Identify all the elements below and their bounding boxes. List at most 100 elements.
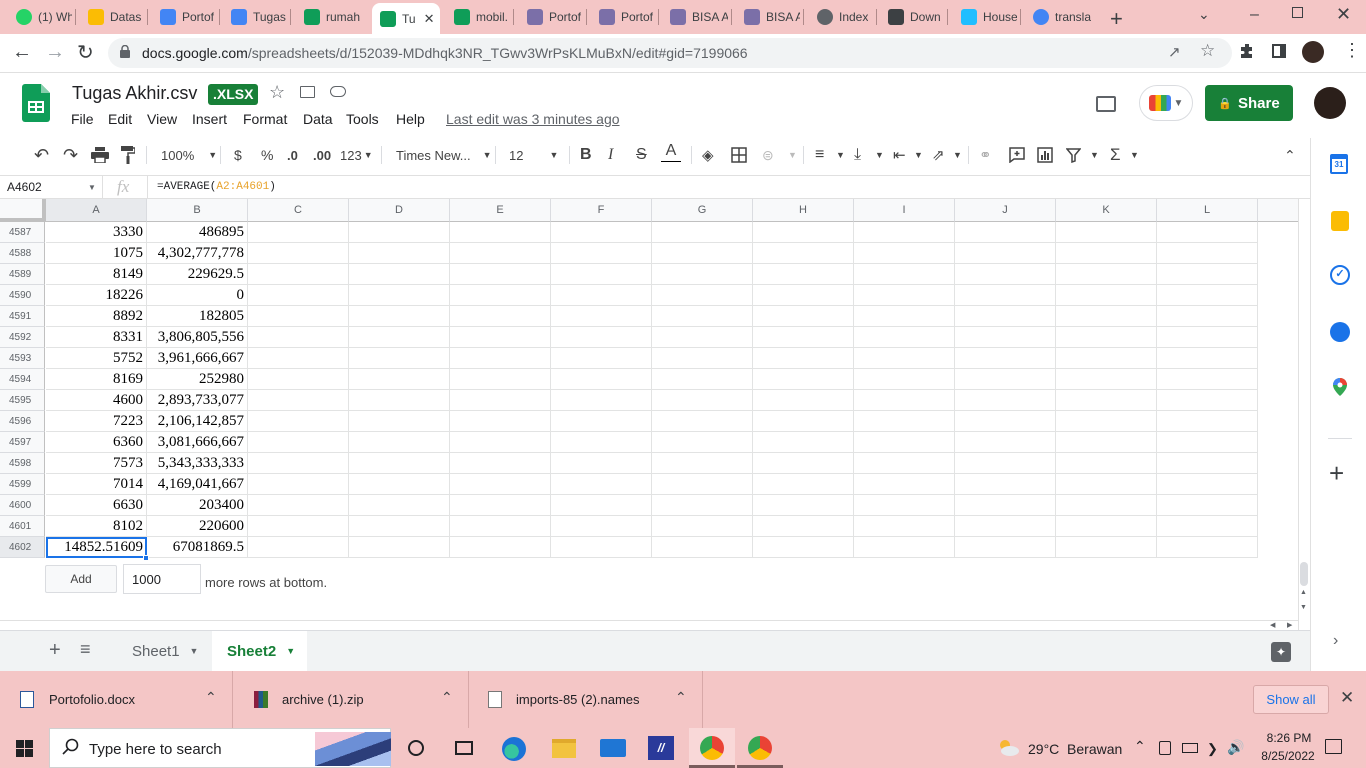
- download-item[interactable]: Portofolio.docx ⌃: [0, 671, 233, 728]
- browser-tab[interactable]: House: [953, 4, 1017, 30]
- cell-a[interactable]: 1075: [46, 243, 147, 264]
- cell-h[interactable]: [753, 264, 854, 285]
- cell-f[interactable]: [551, 453, 652, 474]
- cell-a[interactable]: 7014: [46, 474, 147, 495]
- cell-g[interactable]: [652, 453, 753, 474]
- row-header[interactable]: 4597: [0, 432, 45, 453]
- cell-d[interactable]: [349, 453, 450, 474]
- print-icon[interactable]: [91, 145, 109, 165]
- cell-d[interactable]: [349, 285, 450, 306]
- cell-h[interactable]: [753, 432, 854, 453]
- cell-i[interactable]: [854, 327, 955, 348]
- tab-search-icon[interactable]: ⌄: [1198, 6, 1210, 23]
- cell-l[interactable]: [1157, 453, 1258, 474]
- cell-g[interactable]: [652, 390, 753, 411]
- text-wrap-icon[interactable]: ⇤: [893, 145, 906, 165]
- cell-e[interactable]: [450, 306, 551, 327]
- cell-k[interactable]: [1056, 285, 1157, 306]
- cell-a[interactable]: 6630: [46, 495, 147, 516]
- cell-f[interactable]: [551, 516, 652, 537]
- cell-f[interactable]: [551, 411, 652, 432]
- browser-menu-icon[interactable]: ⋮: [1343, 40, 1361, 61]
- close-window-icon[interactable]: ✕: [1336, 4, 1351, 25]
- chrome-icon[interactable]: [689, 728, 735, 768]
- scroll-down-icon[interactable]: ▼: [1300, 604, 1307, 611]
- cell-d[interactable]: [349, 537, 450, 558]
- add-rows-button[interactable]: Add: [45, 565, 117, 593]
- cell-i[interactable]: [854, 243, 955, 264]
- select-all-corner[interactable]: [0, 199, 46, 222]
- new-tab-icon[interactable]: +: [1110, 6, 1123, 32]
- tray-expand-icon[interactable]: ⌃: [1134, 738, 1146, 755]
- cell-g[interactable]: [652, 327, 753, 348]
- restore-icon[interactable]: [1292, 7, 1303, 18]
- font-family-select[interactable]: Times New... ▼: [396, 145, 492, 165]
- cell-k[interactable]: [1056, 369, 1157, 390]
- cell-f[interactable]: [551, 495, 652, 516]
- cell-i[interactable]: [854, 474, 955, 495]
- cell-d[interactable]: [349, 306, 450, 327]
- cell-b[interactable]: 4,302,777,778: [147, 243, 248, 264]
- cell-i[interactable]: [854, 453, 955, 474]
- cell-h[interactable]: [753, 222, 854, 243]
- column-header-i[interactable]: I: [854, 199, 955, 222]
- cell-j[interactable]: [955, 243, 1056, 264]
- close-downloads-icon[interactable]: ✕: [1340, 688, 1354, 708]
- browser-tab[interactable]: Index: [809, 4, 873, 30]
- cell-k[interactable]: [1056, 222, 1157, 243]
- cell-a[interactable]: 18226: [46, 285, 147, 306]
- tasks-icon[interactable]: ✓: [1330, 265, 1350, 285]
- text-rotation-icon[interactable]: ⇗: [932, 145, 945, 165]
- cell-h[interactable]: [753, 243, 854, 264]
- vertical-align-icon[interactable]: ⤓: [854, 145, 861, 165]
- row-header[interactable]: 4602: [0, 537, 45, 558]
- cell-l[interactable]: [1157, 516, 1258, 537]
- browser-tab[interactable]: Tu ✕: [372, 3, 440, 34]
- cell-j[interactable]: [955, 222, 1056, 243]
- cell-i[interactable]: [854, 537, 955, 558]
- cell-j[interactable]: [955, 432, 1056, 453]
- cell-a[interactable]: 7223: [46, 411, 147, 432]
- horizontal-scrollbar[interactable]: ◀ ▶: [0, 620, 1298, 630]
- clock-date[interactable]: 8/25/2022: [1254, 749, 1322, 763]
- edge-icon[interactable]: [502, 737, 526, 761]
- mail-icon[interactable]: [600, 739, 626, 757]
- cell-i[interactable]: [854, 495, 955, 516]
- row-header[interactable]: 4589: [0, 264, 45, 285]
- cell-c[interactable]: [248, 432, 349, 453]
- hide-side-panel-icon[interactable]: ›: [1333, 632, 1338, 650]
- merge-cells-icon[interactable]: ⊜: [762, 145, 774, 165]
- app-icon[interactable]: //: [648, 736, 674, 760]
- cell-k[interactable]: [1056, 453, 1157, 474]
- row-header[interactable]: 4595: [0, 390, 45, 411]
- cell-c[interactable]: [248, 264, 349, 285]
- column-header-g[interactable]: G: [652, 199, 753, 222]
- paint-format-icon[interactable]: [121, 145, 135, 165]
- menu-edit[interactable]: Edit: [108, 111, 132, 127]
- cell-h[interactable]: [753, 390, 854, 411]
- cell-l[interactable]: [1157, 474, 1258, 495]
- cell-j[interactable]: [955, 516, 1056, 537]
- cell-i[interactable]: [854, 222, 955, 243]
- cell-g[interactable]: [652, 264, 753, 285]
- cell-k[interactable]: [1056, 264, 1157, 285]
- share-button[interactable]: 🔒 Share: [1205, 85, 1293, 121]
- cell-d[interactable]: [349, 222, 450, 243]
- decrease-decimal-button[interactable]: .0: [287, 145, 298, 165]
- percent-format-button[interactable]: %: [261, 145, 273, 165]
- cell-h[interactable]: [753, 516, 854, 537]
- cell-b[interactable]: 5,343,333,333: [147, 453, 248, 474]
- column-header-e[interactable]: E: [450, 199, 551, 222]
- volume-icon[interactable]: 🔊: [1227, 739, 1244, 756]
- get-addons-icon[interactable]: +: [1329, 460, 1344, 486]
- browser-tab[interactable]: Datas: [80, 4, 144, 30]
- cell-j[interactable]: [955, 474, 1056, 495]
- cell-e[interactable]: [450, 369, 551, 390]
- column-header-b[interactable]: B: [147, 199, 248, 222]
- cell-e[interactable]: [450, 432, 551, 453]
- cell-b[interactable]: 3,081,666,667: [147, 432, 248, 453]
- menu-data[interactable]: Data: [303, 111, 333, 127]
- forward-icon[interactable]: →: [45, 41, 65, 64]
- cell-g[interactable]: [652, 222, 753, 243]
- browser-tab[interactable]: transla: [1025, 4, 1091, 30]
